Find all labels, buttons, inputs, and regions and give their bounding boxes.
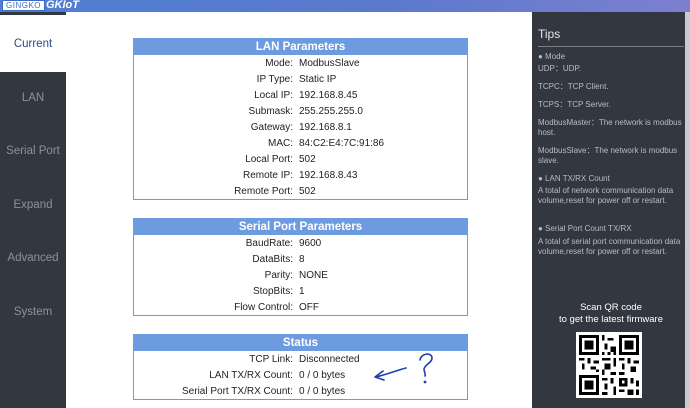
row-label: TCP Link:: [249, 353, 293, 365]
row-value: NONE: [299, 269, 328, 281]
row-label: StopBits:: [252, 285, 293, 297]
row-label: Parity:: [264, 269, 293, 281]
lan-row-remote-ip: Remote IP: 192.168.8.43: [134, 167, 467, 183]
tip-lan-count-text: A total of network communication data vo…: [538, 186, 674, 205]
row-value: 255.255.255.0: [299, 105, 363, 117]
nav-item-lan[interactable]: LAN: [0, 69, 66, 126]
tip-tcpc: TCPC：TCP Client.: [538, 82, 609, 91]
tip-lan-count-heading: ● LAN TX/RX Count: [538, 174, 610, 183]
row-label: Serial Port TX/RX Count:: [182, 385, 293, 397]
row-value: 9600: [299, 237, 322, 249]
lan-row-mac: MAC: 84:C2:E4:7C:91:86: [134, 135, 467, 151]
tips-divider: [538, 46, 684, 47]
serial-row-flow-control: Flow Control: OFF: [134, 299, 467, 315]
qr-caption: Scan QR code to get the latest firmware: [546, 302, 676, 326]
lan-row-gateway: Gateway: 192.168.8.1: [134, 119, 467, 135]
qr-caption-line-1: Scan QR code: [580, 302, 642, 313]
tip-serial-count-heading: ● Serial Port Count TX/RX: [538, 224, 632, 233]
tips-panel: Tips ● Mode UDP：UDP. TCPC：TCP Client. TC…: [532, 12, 690, 408]
row-value: 502: [299, 185, 316, 197]
serial-parameters-title: Serial Port Parameters: [134, 219, 467, 235]
serial-row-databits: DataBits: 8: [134, 251, 467, 267]
tip-serial-count-text: A total of serial port communication dat…: [538, 237, 681, 256]
nav-item-system[interactable]: System: [0, 283, 66, 340]
row-label: MAC:: [268, 137, 293, 149]
nav-item-serial-port[interactable]: Serial Port: [0, 122, 66, 179]
lan-row-remote-port: Remote Port: 502: [134, 183, 467, 199]
firmware-qr-code: [576, 332, 642, 398]
qr-code-icon: [579, 335, 639, 395]
row-value: 192.168.8.43: [299, 169, 358, 181]
row-value: 1: [299, 285, 305, 297]
tip-mode-heading: ● Mode: [538, 52, 566, 61]
sidebar: Current LAN Serial Port Expand Advanced …: [0, 12, 66, 408]
row-label: BaudRate:: [245, 237, 293, 249]
lan-row-ip-type: IP Type: Static IP: [134, 71, 467, 87]
row-value: 192.168.8.45: [299, 89, 358, 101]
row-value: ModbusSlave: [299, 57, 360, 69]
nav-item-current[interactable]: Current: [0, 15, 66, 72]
row-label: Flow Control:: [234, 301, 293, 313]
row-value: 84:C2:E4:7C:91:86: [299, 137, 385, 149]
nav-item-expand[interactable]: Expand: [0, 176, 66, 233]
page-scrollbar[interactable]: [685, 12, 690, 408]
serial-parameters-panel: Serial Port Parameters BaudRate: 9600 Dat…: [133, 218, 468, 316]
lan-row-submask: Submask: 255.255.255.0: [134, 103, 467, 119]
serial-row-baudrate: BaudRate: 9600: [134, 235, 467, 251]
lan-row-local-port: Local Port: 502: [134, 151, 467, 167]
row-label: DataBits:: [252, 253, 293, 265]
row-label: Remote IP:: [242, 169, 293, 181]
nav-item-advanced[interactable]: Advanced: [0, 229, 66, 286]
serial-row-stopbits: StopBits: 1: [134, 283, 467, 299]
row-label: Submask:: [248, 105, 293, 117]
row-value: 8: [299, 253, 305, 265]
top-brand-bar: GINGKO GKIoT: [0, 0, 690, 12]
lan-row-local-ip: Local IP: 192.168.8.45: [134, 87, 467, 103]
row-value: Static IP: [299, 73, 337, 85]
tip-tcps: TCPS：TCP Server.: [538, 100, 611, 109]
tip-modbus-master: ModbusMaster：The network is modbus host.: [538, 118, 682, 137]
row-label: Local IP:: [254, 89, 293, 101]
lan-parameters-title: LAN Parameters: [134, 39, 467, 55]
row-label: Remote Port:: [234, 185, 293, 197]
tips-title: Tips: [538, 27, 561, 41]
row-value: OFF: [299, 301, 319, 313]
qr-caption-line-2: to get the latest firmware: [558, 314, 664, 325]
row-label: Mode:: [265, 57, 293, 69]
handwritten-arrow-annotation: [374, 353, 433, 384]
row-label: LAN TX/RX Count:: [209, 369, 293, 381]
product-name: GKIoT: [46, 0, 79, 11]
row-value: 502: [299, 153, 316, 165]
lan-parameters-panel: LAN Parameters Mode: ModbusSlave IP Type:…: [133, 38, 468, 200]
serial-row-parity: Parity: NONE: [134, 267, 467, 283]
row-label: IP Type:: [256, 73, 293, 85]
gingko-logo: GINGKO: [2, 0, 46, 11]
lan-row-mode: Mode: ModbusSlave: [134, 55, 467, 71]
status-title: Status: [134, 335, 467, 351]
row-value: 192.168.8.1: [299, 121, 352, 133]
tip-udp: UDP：UDP.: [538, 64, 581, 73]
tip-modbus-slave: ModbusSlave：The network is modbus slave.: [538, 146, 678, 165]
row-label: Local Port:: [245, 153, 293, 165]
row-label: Gateway:: [250, 121, 293, 133]
